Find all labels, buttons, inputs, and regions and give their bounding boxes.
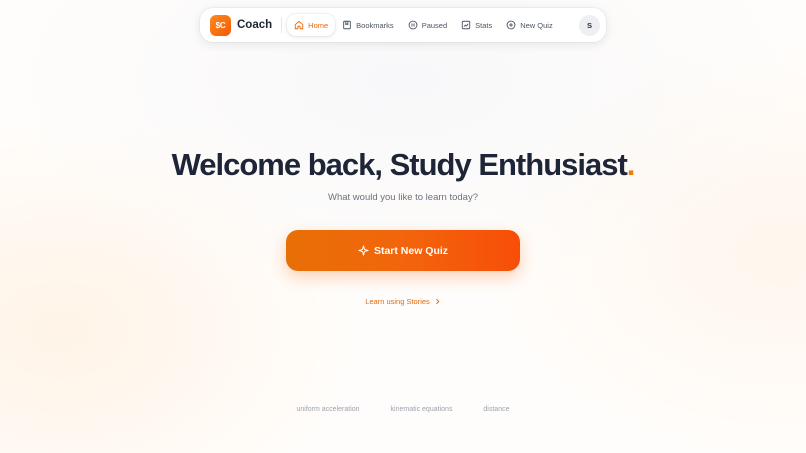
stats-icon [461, 20, 471, 30]
learn-using-stories-link[interactable]: Learn using Stories [365, 297, 441, 306]
start-new-quiz-label: Start New Quiz [373, 244, 449, 257]
logo-badge[interactable]: $C [210, 14, 231, 36]
nav-item-stats[interactable]: Stats [454, 14, 499, 36]
topic-chip[interactable]: kinematic equations [391, 406, 453, 413]
suggested-topics: uniform acceleration kinematic equations… [0, 406, 806, 413]
page-subtitle: What would you like to learn today? [328, 192, 478, 203]
nav-item-label: Paused [421, 20, 448, 30]
home-icon [294, 20, 304, 30]
page-title: Welcome back, Study Enthusiast. [0, 146, 806, 184]
bookmark-icon [342, 20, 352, 30]
stories-link-row: Learn using Stories [0, 297, 806, 306]
nav-item-label: Bookmarks [356, 20, 394, 30]
top-navbar: $C Coach Home Bookmarks Paused Stats New… [200, 8, 606, 42]
topic-chip[interactable]: uniform acceleration [297, 406, 360, 413]
nav-item-bookmarks[interactable]: Bookmarks [335, 14, 401, 36]
chevron-right-icon [434, 298, 441, 305]
user-avatar[interactable]: S [579, 14, 600, 36]
nav-item-label: Home [308, 20, 329, 30]
nav-divider [281, 17, 283, 33]
title-accent-dot: . [626, 147, 636, 182]
start-new-quiz-button[interactable]: Start New Quiz [286, 230, 520, 271]
brand-name[interactable]: Coach [237, 19, 272, 31]
nav-item-paused[interactable]: Paused [401, 14, 454, 36]
learn-using-stories-label: Learn using Stories [365, 297, 430, 306]
nav-item-home[interactable]: Home [287, 14, 336, 36]
nav-item-label: Stats [475, 20, 493, 30]
sparkle-icon [358, 245, 369, 256]
plus-circle-icon [506, 20, 516, 30]
nav-item-new-quiz[interactable]: New Quiz [499, 14, 560, 36]
nav-item-label: New Quiz [520, 20, 553, 30]
page-title-text: Welcome back, Study Enthusiast [171, 147, 628, 182]
topic-chip[interactable]: distance [483, 406, 509, 413]
pause-icon [408, 20, 418, 30]
